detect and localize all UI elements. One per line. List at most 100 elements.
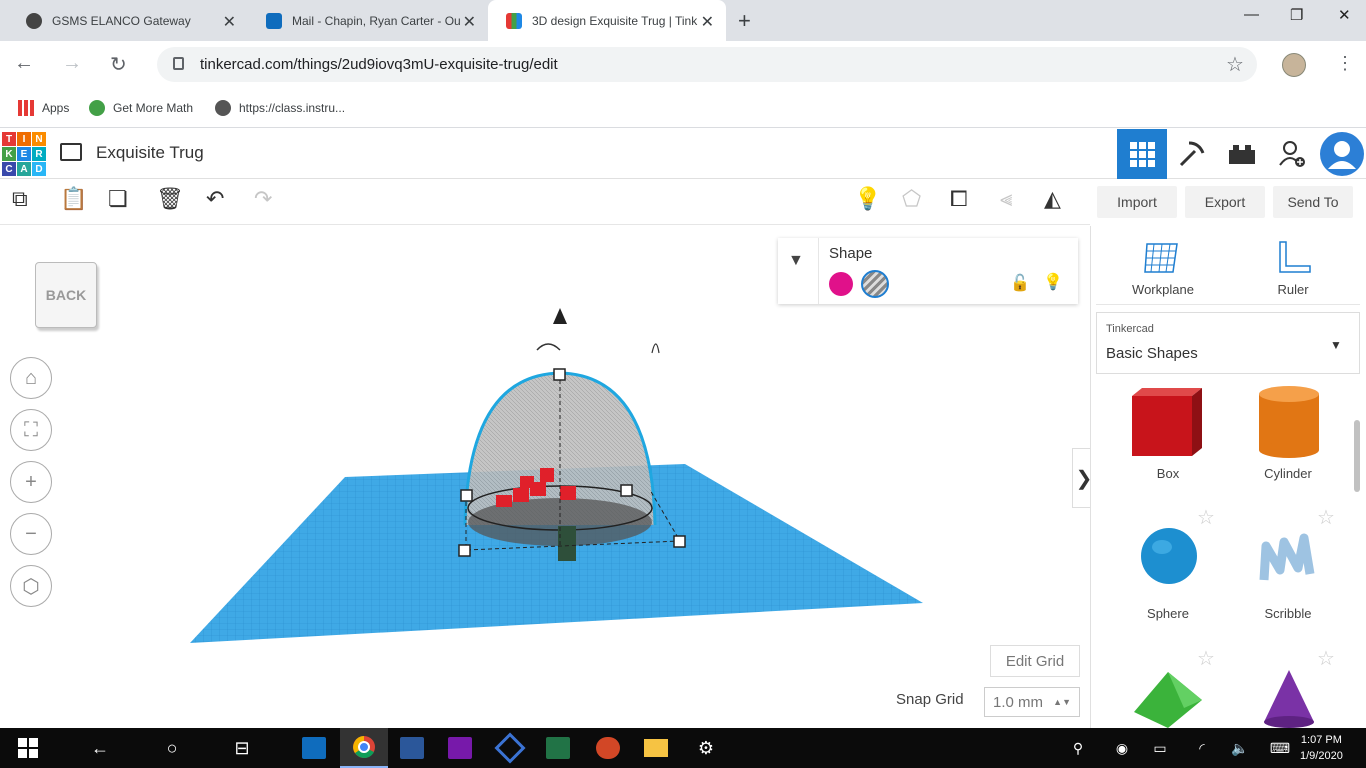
ruler-label[interactable]: Ruler [1262, 282, 1324, 297]
snap-grid-select[interactable]: 1.0 mm ▲▼ [984, 687, 1080, 717]
tinkercad-logo[interactable]: T I N K E R C A D [2, 132, 46, 176]
home-view-icon[interactable]: ⌂ [10, 357, 52, 399]
shape-library-select[interactable] [1096, 312, 1360, 374]
chrome-taskbar-icon[interactable] [340, 728, 388, 768]
windows-start-icon[interactable] [4, 728, 52, 768]
battery-icon[interactable]: ▭ [1136, 728, 1184, 768]
group-icon[interactable]: ⬠ [902, 186, 921, 212]
cylinder-shape-thumb[interactable] [1258, 386, 1320, 463]
user-avatar[interactable] [1317, 129, 1366, 179]
word-taskbar-icon[interactable] [388, 728, 436, 768]
perspective-icon[interactable]: ⬡ [10, 565, 52, 607]
close-tab-icon[interactable]: ✕ [701, 12, 714, 32]
edit-grid-button[interactable]: Edit Grid [990, 645, 1080, 677]
move-up-arrow[interactable] [553, 308, 567, 324]
rotate-handle[interactable] [536, 343, 561, 351]
bookmark-label: Get More Math [113, 101, 194, 115]
powerpoint-taskbar-icon[interactable] [584, 728, 632, 768]
undo-icon[interactable]: ↶ [206, 186, 224, 212]
bookmark-apps[interactable]: Apps [18, 100, 69, 116]
3d-scene[interactable] [180, 300, 940, 650]
zoom-in-icon[interactable]: + [10, 461, 52, 503]
favorite-star-icon[interactable]: ☆ [1197, 646, 1215, 671]
kebab-menu-icon[interactable]: ⋮ [1336, 53, 1354, 74]
taskbar-clock[interactable]: 1:07 PM 1/9/2020 [1300, 732, 1343, 764]
lock-icon[interactable]: 🔓 [1010, 273, 1030, 293]
close-tab-icon[interactable]: ✕ [223, 12, 236, 32]
solid-color-swatch[interactable] [829, 272, 853, 296]
ungroup-icon[interactable]: ⧠ [950, 186, 968, 212]
excel-taskbar-icon[interactable] [534, 728, 582, 768]
delete-icon[interactable]: 🗑 [156, 186, 184, 212]
new-tab-icon[interactable]: + [738, 8, 751, 34]
scribble-shape-thumb[interactable] [1258, 530, 1316, 597]
app-taskbar-icon[interactable] [486, 728, 534, 768]
close-window-icon[interactable]: ✕ [1338, 6, 1351, 24]
shape-label-cylinder: Cylinder [1264, 466, 1312, 481]
bookmark-star-icon[interactable]: ☆ [1226, 52, 1244, 77]
back-icon[interactable]: ← [14, 52, 34, 75]
favorite-star-icon[interactable]: ☆ [1197, 505, 1215, 530]
url-text[interactable]: tinkercad.com/things/2ud9iovq3mU-exquisi… [200, 56, 558, 73]
close-tab-icon[interactable]: ✕ [463, 12, 476, 32]
ruler-icon[interactable] [1276, 240, 1312, 281]
copy-icon[interactable]: ⧉ [12, 186, 28, 212]
keyboard-icon[interactable]: ⌨ [1256, 728, 1304, 768]
paste-icon[interactable]: 📋 [60, 186, 87, 212]
onenote-taskbar-icon[interactable] [436, 728, 484, 768]
align-icon[interactable]: ⫷ [1000, 186, 1012, 212]
cylinder-stem[interactable] [558, 526, 576, 561]
shape-label-sphere: Sphere [1147, 606, 1189, 621]
send-to-button[interactable]: Send To [1273, 186, 1353, 218]
bricks-view-button[interactable] [1217, 129, 1267, 179]
browser-tab[interactable]: GSMS ELANCO Gateway ✕ [8, 0, 248, 41]
favorite-star-icon[interactable]: ☆ [1317, 646, 1335, 671]
tab-title: GSMS ELANCO Gateway [52, 13, 191, 28]
show-all-icon[interactable]: 💡 [854, 186, 881, 212]
favorite-star-icon[interactable]: ☆ [1317, 505, 1335, 530]
browser-tab[interactable]: Mail - Chapin, Ryan Carter - Ou ✕ [248, 0, 488, 41]
hole-swatch[interactable] [861, 270, 889, 298]
file-explorer-taskbar-icon[interactable] [632, 728, 680, 768]
visibility-bulb-icon[interactable]: 💡 [1043, 272, 1063, 292]
duplicate-icon[interactable]: ❏ [108, 186, 128, 212]
view-cube[interactable]: BACK [35, 262, 97, 328]
add-user-button[interactable] [1267, 129, 1317, 179]
bookmark-class-instructure[interactable]: https://class.instru... [215, 100, 345, 116]
select-arrows-icon: ▲▼ [1053, 697, 1071, 707]
design-title[interactable]: Exquisite Trug [96, 143, 204, 163]
rotate-handle-side[interactable] [651, 343, 660, 354]
collapse-inspector-icon[interactable]: ▼ [788, 252, 804, 270]
forward-icon[interactable]: → [62, 52, 82, 75]
settings-taskbar-icon[interactable]: ⚙ [682, 728, 730, 768]
cone-shape-thumb[interactable] [1262, 670, 1316, 733]
task-view-icon[interactable]: ⊟ [218, 728, 266, 768]
back-arrow-icon[interactable]: ← [76, 728, 124, 768]
restore-icon[interactable]: ❐ [1290, 6, 1303, 24]
3d-view-button[interactable] [1117, 129, 1167, 179]
design-list-icon[interactable] [60, 143, 82, 161]
cortana-circle-icon[interactable]: ○ [148, 728, 196, 768]
profile-avatar[interactable] [1282, 53, 1306, 77]
box-shape-thumb[interactable] [1128, 386, 1208, 463]
workplane-icon[interactable] [1143, 240, 1181, 281]
blocks-view-button[interactable] [1167, 129, 1217, 179]
minimize-icon[interactable]: — [1244, 6, 1259, 23]
bookmark-get-more-math[interactable]: Get More Math [89, 100, 193, 116]
export-button[interactable]: Export [1185, 186, 1265, 218]
outlook-taskbar-icon[interactable] [290, 728, 338, 768]
browser-tab-active[interactable]: 3D design Exquisite Trug | Tink ✕ [488, 0, 726, 41]
workplane-label[interactable]: Workplane [1127, 282, 1199, 297]
library-name: Basic Shapes [1106, 345, 1198, 362]
roof-shape-thumb[interactable] [1132, 670, 1204, 733]
panel-scrollbar[interactable] [1354, 420, 1360, 492]
zoom-out-icon[interactable]: − [10, 513, 52, 555]
people-icon[interactable]: ⚲ [1054, 728, 1102, 768]
redo-icon[interactable]: ↷ [254, 186, 272, 212]
import-button[interactable]: Import [1097, 186, 1177, 218]
reload-icon[interactable]: ↻ [110, 52, 127, 77]
logo-letter: I [17, 132, 31, 146]
sphere-shape-thumb[interactable] [1140, 527, 1198, 590]
mirror-icon[interactable]: ◭ [1044, 186, 1061, 212]
fit-view-icon[interactable]: ⛶ [10, 409, 52, 451]
